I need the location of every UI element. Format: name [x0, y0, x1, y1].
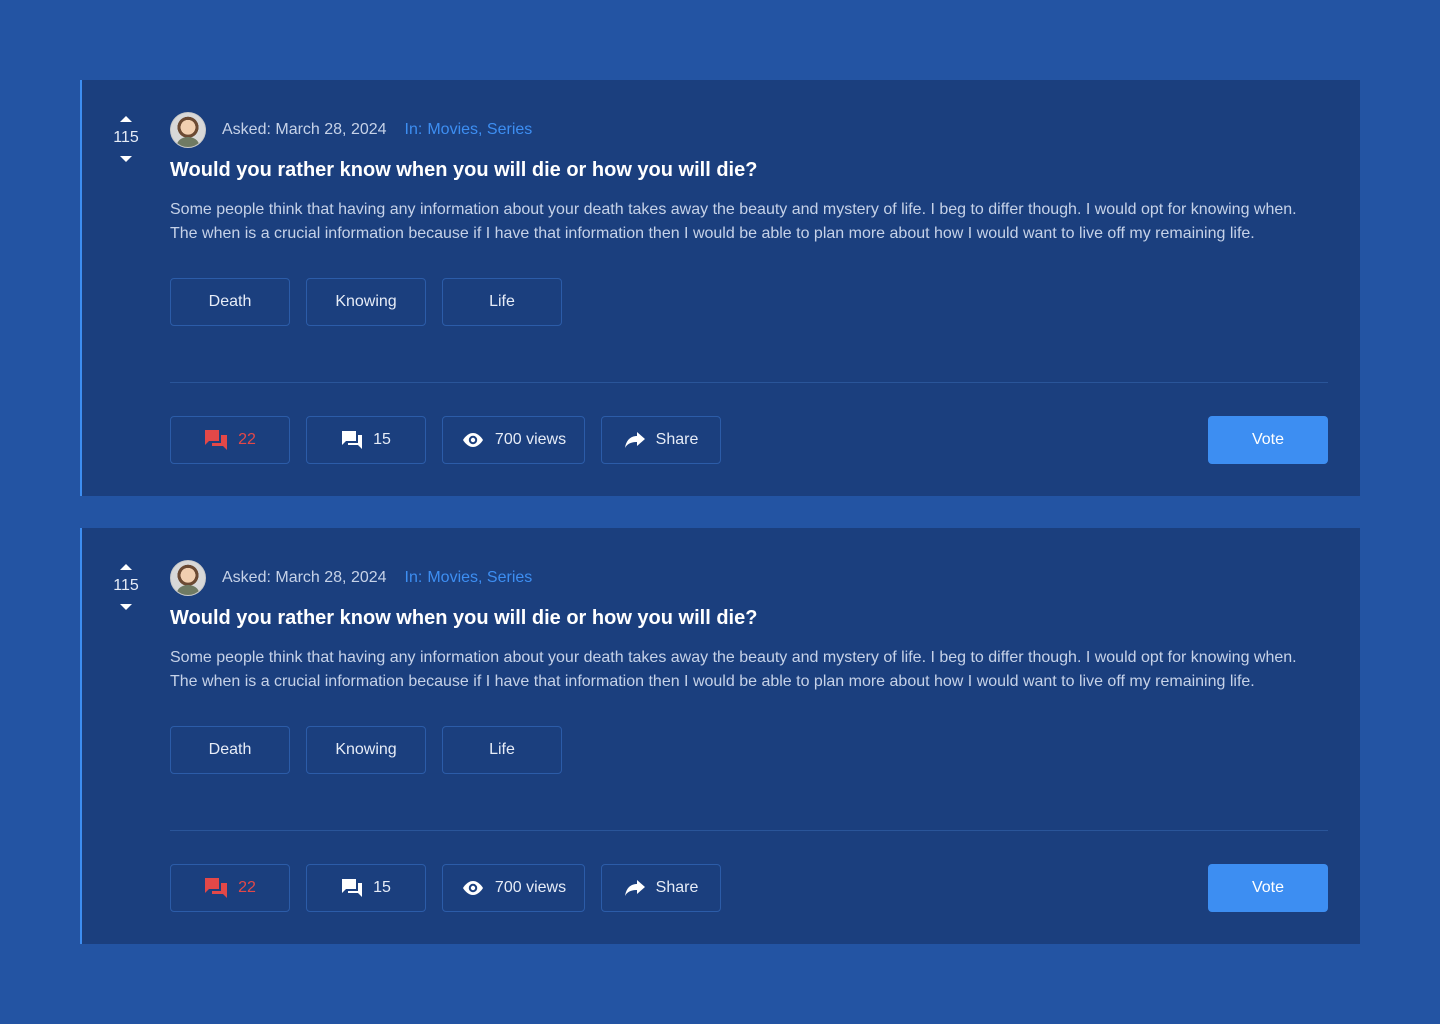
views-button[interactable]: 700 views — [442, 864, 585, 912]
question-title[interactable]: Would you rather know when you will die … — [170, 158, 1328, 182]
share-button[interactable]: Share — [601, 864, 721, 912]
comments-button[interactable]: 15 — [306, 416, 426, 464]
chat-icon — [342, 879, 363, 897]
views-button[interactable]: 700 views — [442, 416, 585, 464]
category-label: In: — [404, 121, 423, 138]
question-content: Asked: March 28, 2024 In: Movies, Series… — [170, 560, 1328, 774]
reports-button[interactable]: 22 — [170, 416, 290, 464]
question-content: Asked: March 28, 2024 In: Movies, Series… — [170, 112, 1328, 326]
vote-count: 115 — [113, 129, 139, 146]
share-button[interactable]: Share — [601, 416, 721, 464]
upvote-icon[interactable] — [120, 116, 132, 122]
question-meta: Asked: March 28, 2024 In: Movies, Series — [170, 560, 1328, 596]
views-count: 700 views — [494, 431, 567, 448]
share-label: Share — [655, 431, 699, 448]
upvote-icon[interactable] — [120, 564, 132, 570]
tag-life[interactable]: Life — [442, 726, 562, 774]
comments-button[interactable]: 15 — [306, 864, 426, 912]
views-count: 700 views — [494, 879, 567, 896]
vote-count: 115 — [113, 577, 139, 594]
flag-chat-icon — [205, 878, 228, 898]
reports-button[interactable]: 22 — [170, 864, 290, 912]
avatar[interactable] — [170, 112, 206, 148]
divider — [170, 382, 1328, 383]
downvote-icon[interactable] — [120, 604, 132, 610]
category-label: In: — [404, 569, 423, 586]
eye-icon — [462, 433, 483, 447]
vote-column: 115 — [104, 116, 148, 162]
avatar[interactable] — [170, 560, 206, 596]
vote-button[interactable]: Vote — [1208, 864, 1328, 912]
share-arrow-icon — [624, 432, 645, 448]
eye-icon — [462, 881, 483, 895]
comments-count: 15 — [373, 879, 391, 896]
share-label: Share — [655, 879, 699, 896]
downvote-icon[interactable] — [120, 156, 132, 162]
tag-list: Death Knowing Life — [170, 726, 1328, 774]
asked-date: Asked: March 28, 2024 — [222, 569, 387, 586]
divider — [170, 830, 1328, 831]
vote-column: 115 — [104, 564, 148, 610]
question-body: Some people think that having any inform… — [170, 649, 1297, 690]
comments-count: 15 — [373, 431, 391, 448]
question-body: Some people think that having any inform… — [170, 201, 1297, 242]
category-links[interactable]: Movies, Series — [427, 121, 532, 139]
action-bar: 22 15 700 views Share — [170, 864, 721, 912]
tag-knowing[interactable]: Knowing — [306, 726, 426, 774]
tag-knowing[interactable]: Knowing — [306, 278, 426, 326]
asked-date: Asked: March 28, 2024 — [222, 121, 387, 138]
question-card: 115 Asked: March 28, 2024 In: Movies, Se… — [80, 80, 1360, 496]
vote-button[interactable]: Vote — [1208, 416, 1328, 464]
chat-icon — [342, 431, 363, 449]
question-meta: Asked: March 28, 2024 In: Movies, Series — [170, 112, 1328, 148]
flag-chat-icon — [205, 430, 228, 450]
tag-life[interactable]: Life — [442, 278, 562, 326]
share-arrow-icon — [624, 880, 645, 896]
question-title[interactable]: Would you rather know when you will die … — [170, 606, 1328, 630]
tag-death[interactable]: Death — [170, 278, 290, 326]
action-bar: 22 15 700 views Share — [170, 416, 721, 464]
tag-list: Death Knowing Life — [170, 278, 1328, 326]
question-card: 115 Asked: March 28, 2024 In: Movies, Se… — [80, 528, 1360, 944]
reports-count: 22 — [238, 431, 256, 448]
category-links[interactable]: Movies, Series — [427, 569, 532, 587]
reports-count: 22 — [238, 879, 256, 896]
tag-death[interactable]: Death — [170, 726, 290, 774]
